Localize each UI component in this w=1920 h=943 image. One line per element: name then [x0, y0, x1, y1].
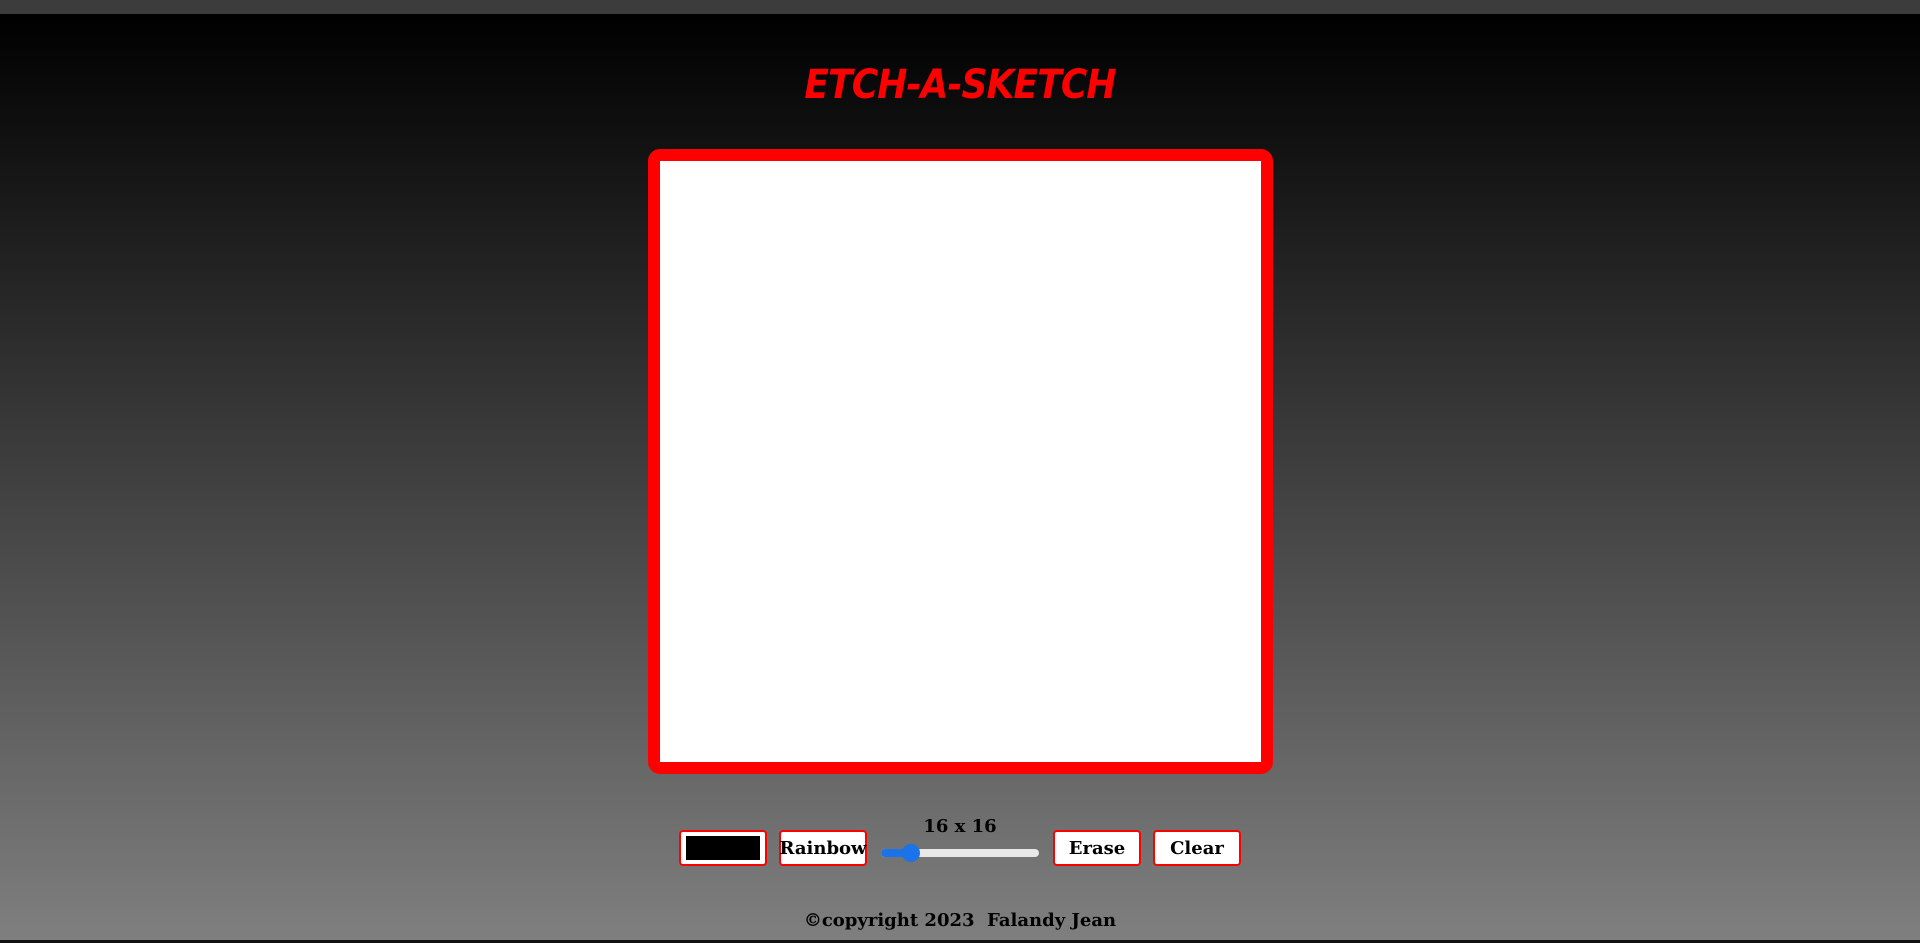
- grid-size-control: 16 x 16: [879, 816, 1041, 866]
- rainbow-button[interactable]: Rainbow: [779, 830, 867, 866]
- grid-size-slider-thumb[interactable]: [902, 844, 921, 862]
- erase-button[interactable]: Erase: [1053, 830, 1141, 866]
- grid-size-label: 16 x 16: [923, 816, 997, 837]
- sketch-grid[interactable]: [660, 161, 1261, 762]
- sketch-frame: [648, 149, 1273, 774]
- browser-top-bar: [0, 0, 1920, 14]
- page-background: ETCH-A-SKETCH Rainbow 16 x 16 Erase Clea…: [0, 14, 1920, 940]
- clear-button[interactable]: Clear: [1153, 830, 1241, 866]
- color-swatch: [686, 836, 760, 860]
- footer-copyright: ©copyright 2023 Falandy Jean: [803, 910, 1117, 931]
- color-picker[interactable]: [679, 830, 767, 866]
- page-title: ETCH-A-SKETCH: [804, 62, 1116, 108]
